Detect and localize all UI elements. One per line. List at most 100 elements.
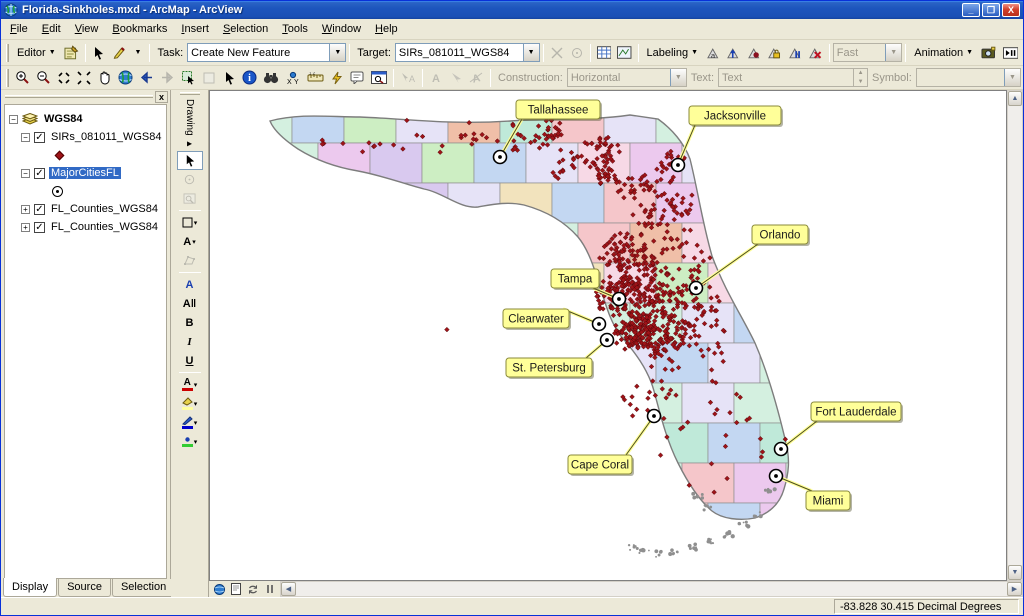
chevron-down-icon[interactable]: ▼ bbox=[329, 44, 345, 61]
italic-button[interactable]: I bbox=[177, 332, 203, 351]
find-binoculars-icon[interactable] bbox=[260, 68, 282, 88]
go-to-xy-icon[interactable]: XY bbox=[282, 68, 304, 88]
layer-name-0[interactable]: SIRs_081011_WGS84 bbox=[49, 131, 163, 143]
toc-grip[interactable]: x bbox=[1, 90, 170, 103]
label-weight-icon[interactable] bbox=[744, 43, 764, 63]
editor-menu-button[interactable]: Editor ▼ bbox=[12, 43, 61, 63]
chevron-down-icon[interactable]: ▼ bbox=[523, 44, 539, 61]
bold-button[interactable]: B bbox=[177, 313, 203, 332]
new-text-tool[interactable]: A▾ bbox=[177, 232, 203, 251]
full-extent-globe-icon[interactable] bbox=[115, 68, 136, 88]
tab-display[interactable]: Display bbox=[3, 578, 57, 597]
zoom-out-icon[interactable] bbox=[33, 68, 54, 88]
layer-checkbox[interactable]: ✓ bbox=[34, 222, 45, 233]
labeling-menu-button[interactable]: Labeling ▼ bbox=[642, 43, 704, 63]
zoom-in-icon[interactable] bbox=[12, 68, 33, 88]
editing-windows-icon[interactable] bbox=[61, 43, 82, 63]
layer-name-3[interactable]: FL_Counties_WGS84 bbox=[49, 221, 160, 233]
florida-map[interactable]: TallahasseeJacksonvilleOrlandoTampaClear… bbox=[210, 91, 1006, 580]
sketch-tool-dropdown[interactable]: ▼ bbox=[130, 43, 147, 63]
lock-labels-icon[interactable] bbox=[764, 43, 784, 63]
pan-hand-icon[interactable] bbox=[94, 68, 115, 88]
select-features-icon[interactable] bbox=[178, 68, 199, 88]
tab-source[interactable]: Source bbox=[58, 579, 111, 597]
refresh-view-button[interactable] bbox=[245, 582, 261, 596]
toolbar-grip[interactable] bbox=[6, 69, 9, 87]
toc-close-button[interactable]: x bbox=[155, 91, 168, 103]
menu-item-bookmarks[interactable]: Bookmarks bbox=[105, 20, 174, 38]
collapse-icon[interactable]: − bbox=[21, 133, 30, 142]
close-button[interactable]: X bbox=[1002, 3, 1020, 17]
fixed-zoom-in-icon[interactable] bbox=[54, 68, 74, 88]
toc-drag-handle[interactable] bbox=[5, 95, 153, 98]
underline-button[interactable]: U bbox=[177, 351, 203, 370]
new-rectangle-tool[interactable]: ▾ bbox=[177, 213, 203, 232]
menu-item-insert[interactable]: Insert bbox=[174, 20, 216, 38]
edit-tool-arrow-icon[interactable] bbox=[89, 43, 109, 63]
back-extent-icon[interactable] bbox=[136, 68, 157, 88]
scroll-left-icon[interactable]: ◀ bbox=[281, 582, 296, 596]
layer-name-2[interactable]: FL_Counties_WGS84 bbox=[49, 203, 160, 215]
line-color-button[interactable]: ▾ bbox=[177, 413, 203, 432]
layer-checkbox[interactable]: ✓ bbox=[34, 204, 45, 215]
menu-item-help[interactable]: Help bbox=[368, 20, 405, 38]
layout-view-button[interactable] bbox=[228, 582, 244, 596]
layer-checkbox[interactable]: ✓ bbox=[34, 168, 45, 179]
expand-icon[interactable]: + bbox=[21, 205, 30, 214]
sinkhole-point bbox=[634, 407, 639, 412]
data-view-button[interactable] bbox=[211, 582, 227, 596]
task-combo[interactable]: Create New Feature ▼ bbox=[187, 43, 346, 62]
minimize-button[interactable]: _ bbox=[962, 3, 980, 17]
select-elements-icon[interactable] bbox=[219, 68, 239, 88]
map-canvas[interactable]: TallahasseeJacksonvilleOrlandoTampaClear… bbox=[209, 90, 1007, 581]
drawing-menu-button[interactable]: Drawing ▸ bbox=[184, 97, 195, 151]
menu-item-edit[interactable]: Edit bbox=[35, 20, 68, 38]
viewer-window-icon[interactable] bbox=[368, 68, 390, 88]
scroll-right-icon[interactable]: ▶ bbox=[1007, 582, 1022, 596]
sketch-tool-pencil-icon[interactable] bbox=[109, 43, 129, 63]
stop-labeling-icon[interactable] bbox=[805, 43, 825, 63]
collapse-icon[interactable]: − bbox=[9, 115, 18, 124]
toolbar-grip[interactable] bbox=[6, 44, 9, 62]
horizontal-scrollbar[interactable]: ◀ ▶ bbox=[280, 581, 1023, 597]
animation-menu-button[interactable]: Animation ▼ bbox=[909, 43, 978, 63]
target-combo[interactable]: SIRs_081011_WGS84 ▼ bbox=[395, 43, 540, 62]
text-size-button[interactable]: A‖ bbox=[177, 294, 203, 313]
measure-icon[interactable]: 1 2 bbox=[304, 68, 327, 88]
fixed-zoom-out-icon[interactable] bbox=[74, 68, 94, 88]
scroll-down-icon[interactable]: ▼ bbox=[1008, 565, 1022, 580]
vertical-scrollbar[interactable]: ▲ ▼ bbox=[1007, 90, 1023, 581]
marker-color-button[interactable]: ▾ bbox=[177, 432, 203, 451]
menu-item-file[interactable]: File bbox=[3, 20, 35, 38]
animation-controls-icon[interactable] bbox=[1000, 43, 1021, 63]
menu-item-view[interactable]: View bbox=[68, 20, 106, 38]
hyperlink-lightning-icon[interactable] bbox=[327, 68, 347, 88]
font-button[interactable]: A bbox=[177, 275, 203, 294]
menu-item-window[interactable]: Window bbox=[315, 20, 368, 38]
html-popup-icon[interactable] bbox=[347, 68, 368, 88]
collapse-icon[interactable]: − bbox=[21, 169, 30, 178]
restore-button[interactable]: ❐ bbox=[982, 3, 1000, 17]
toolbar-grip[interactable] bbox=[180, 92, 200, 95]
font-color-button[interactable]: A▾ bbox=[177, 375, 203, 394]
attributes-table-icon[interactable] bbox=[594, 43, 614, 63]
menu-item-selection[interactable]: Selection bbox=[216, 20, 275, 38]
circle-dot-symbol[interactable] bbox=[52, 186, 63, 197]
layer-checkbox[interactable]: ✓ bbox=[34, 132, 45, 143]
identify-icon[interactable]: i bbox=[239, 68, 260, 88]
scroll-up-icon[interactable]: ▲ bbox=[1008, 91, 1022, 106]
pause-labeling-icon[interactable] bbox=[785, 43, 805, 63]
red-diamond-symbol[interactable] bbox=[55, 150, 65, 160]
select-elements-icon[interactable] bbox=[177, 151, 203, 170]
expand-icon[interactable]: + bbox=[21, 223, 30, 232]
label-manager-icon[interactable]: a bbox=[703, 43, 723, 63]
capture-view-camera-icon[interactable] bbox=[978, 43, 999, 63]
layer-name-1[interactable]: MajorCitiesFL bbox=[49, 167, 121, 179]
sketch-properties-icon[interactable] bbox=[614, 43, 634, 63]
fill-color-button[interactable]: ▾ bbox=[177, 394, 203, 413]
menu-item-tools[interactable]: Tools bbox=[275, 20, 315, 38]
pause-drawing-button[interactable] bbox=[262, 582, 278, 596]
tab-selection[interactable]: Selection bbox=[112, 579, 175, 597]
label-priority-icon[interactable] bbox=[723, 43, 743, 63]
data-frame-name[interactable]: WGS84 bbox=[42, 113, 85, 125]
